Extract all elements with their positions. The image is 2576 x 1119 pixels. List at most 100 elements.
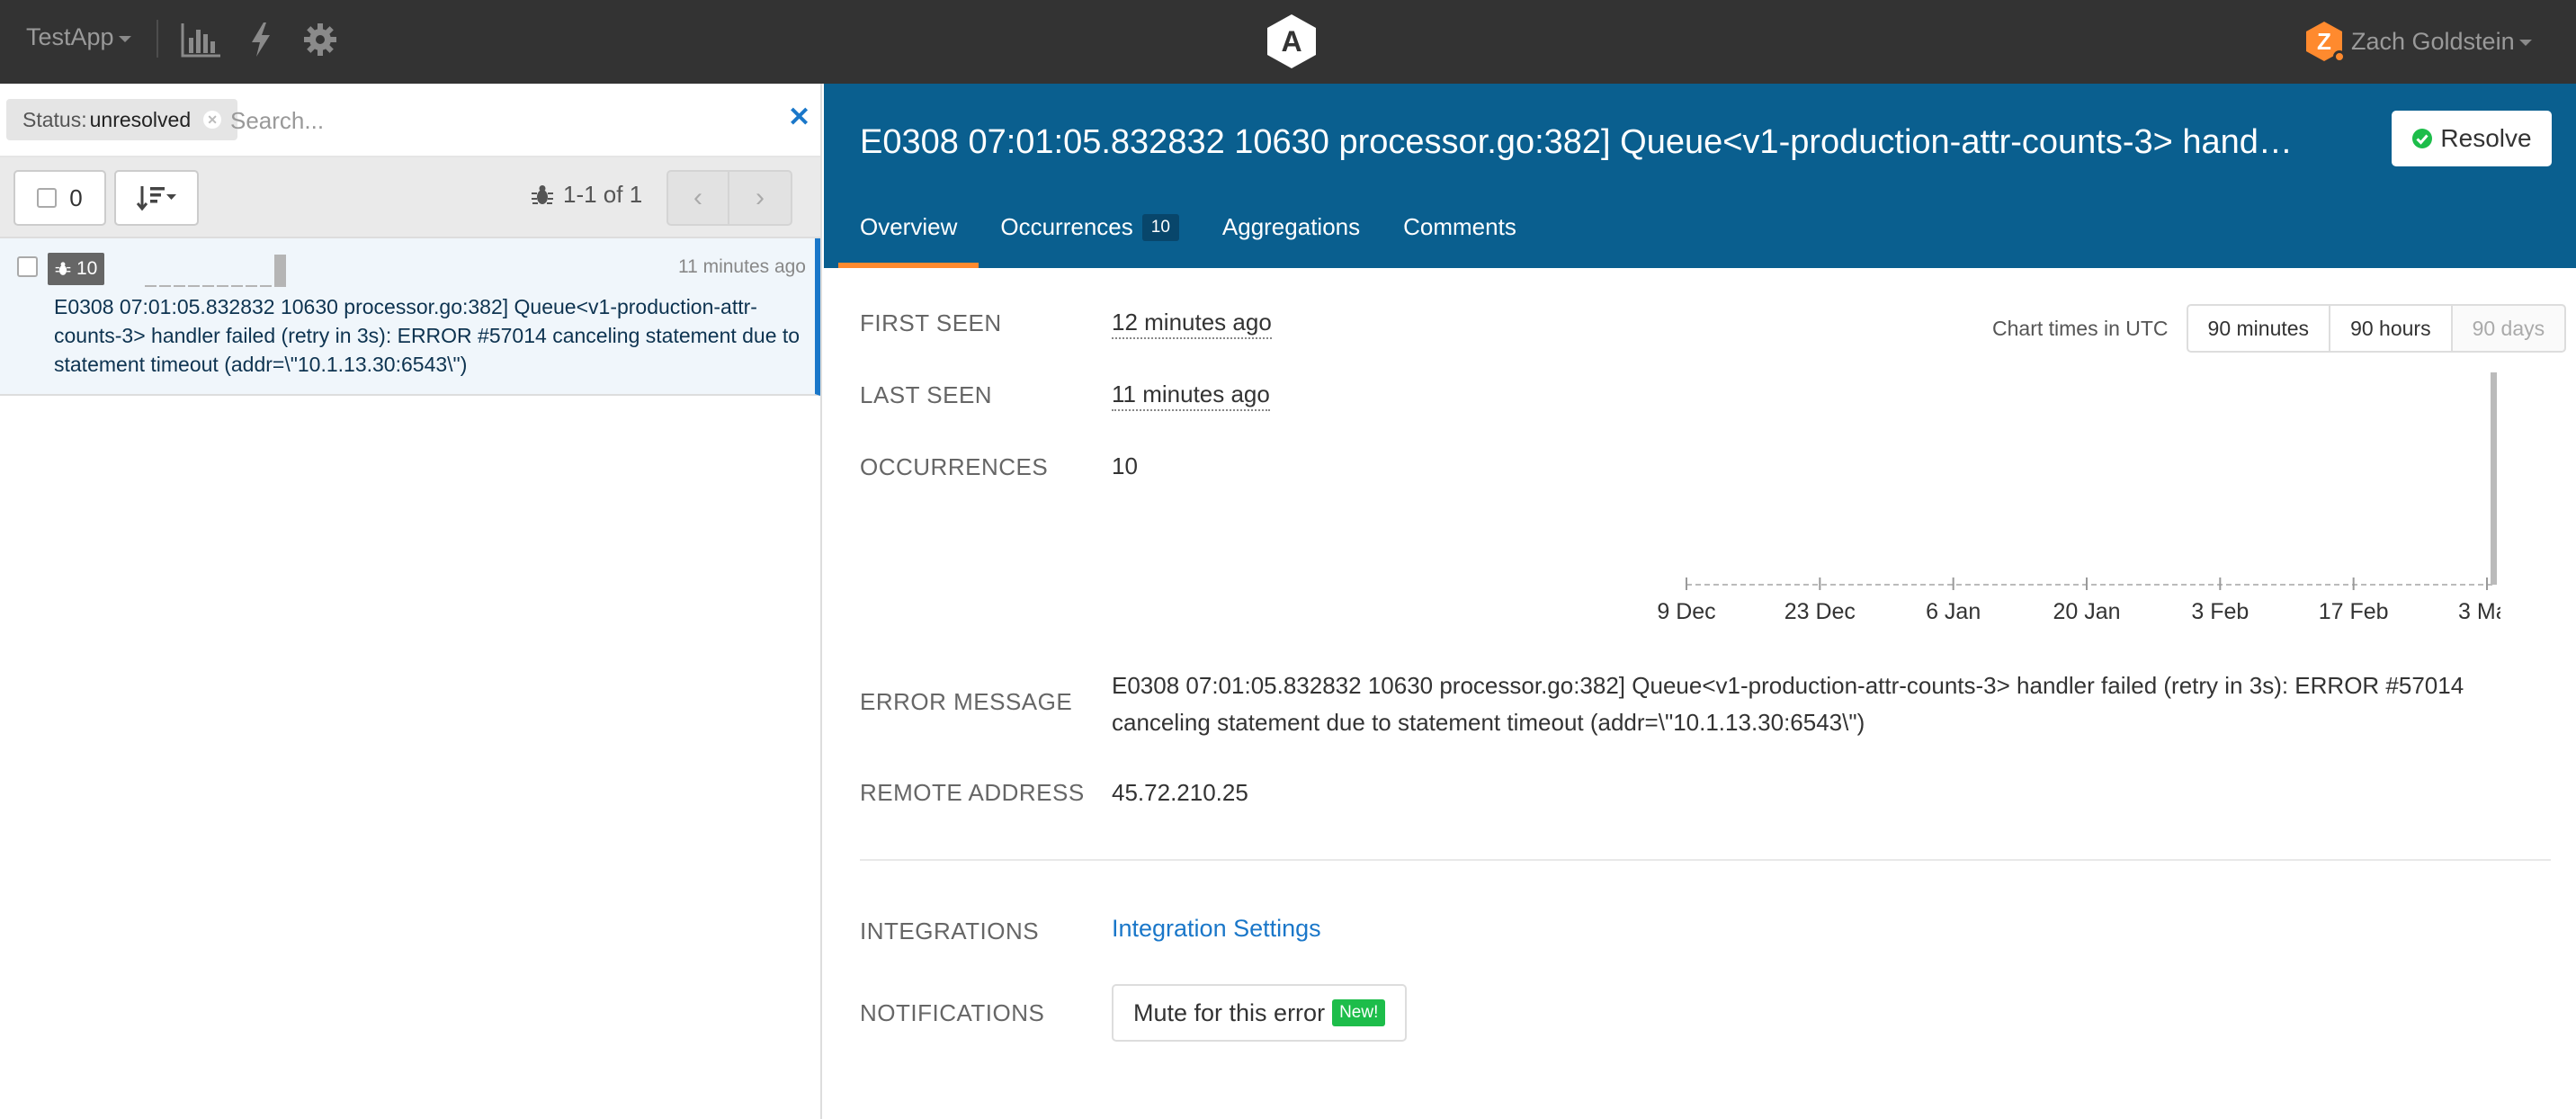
select-all-checkbox[interactable] [37, 188, 58, 208]
app-name: TestApp [26, 23, 114, 50]
integrations-label: INTEGRATIONS [860, 918, 1040, 944]
app-logo[interactable]: A [1265, 13, 1319, 70]
occurrences-count-badge: 10 [1141, 214, 1179, 241]
search-bar: Status: unresolved ✕ ✕ [0, 84, 820, 157]
user-menu[interactable]: Z Zach Goldstein [2303, 20, 2532, 63]
remove-filter-icon[interactable]: ✕ [203, 111, 222, 129]
x-tick-label: 6 Jan [1926, 599, 1981, 624]
occurrence-badge: 10 [48, 253, 105, 285]
bar-chart-icon[interactable] [178, 18, 225, 61]
sparkline-bar [159, 285, 171, 287]
nav-divider [157, 20, 158, 58]
issue-list-panel: Status: unresolved ✕ ✕ 0 [0, 84, 822, 1119]
caret-down-icon [118, 35, 131, 42]
mute-label: Mute for this error [1133, 998, 1326, 1026]
next-page-button[interactable]: › [729, 170, 792, 226]
check-circle-icon [2412, 129, 2433, 148]
issue-header: E0308 07:01:05.832832 10630 processor.go… [824, 84, 2576, 268]
sort-button[interactable] [114, 170, 199, 226]
sparkline-bar [246, 285, 257, 287]
top-navbar: TestApp A Z Zach Goldstein [0, 0, 2576, 84]
gear-icon[interactable] [297, 18, 344, 61]
results-text: 1-1 of 1 [563, 181, 643, 208]
logo-letter: A [1281, 25, 1301, 58]
chevron-right-icon: › [756, 183, 765, 212]
range-90-hours-button[interactable]: 90 hours [2330, 304, 2453, 353]
occurrence-count: 10 [76, 258, 98, 279]
occurrences-value: 10 [1112, 452, 1138, 479]
selected-count: 0 [69, 184, 83, 211]
occurrences-label: OCCURRENCES [860, 453, 1049, 480]
select-all-button[interactable]: 0 [13, 170, 106, 226]
list-toolbar: 0 1-1 of 1 ‹ › [0, 157, 820, 238]
x-tick-label: 17 Feb [2319, 599, 2389, 624]
last-seen-label: LAST SEEN [860, 381, 993, 408]
sparkline-bar [260, 285, 272, 287]
tab-label: Occurrences [1000, 213, 1133, 240]
tab-label: Overview [860, 213, 958, 240]
filter-value: unresolved [89, 107, 192, 131]
tab-bar: Overview Occurrences 10 Aggregations Comm… [838, 210, 1538, 268]
occurrences-chart: 9 Dec 23 Dec 6 Jan 20 Jan 3 Feb 17 Feb 3 Mar [1657, 372, 2500, 624]
chevron-left-icon: ‹ [693, 183, 702, 212]
avatar-initial: Z [2317, 28, 2331, 55]
tab-comments[interactable]: Comments [1382, 210, 1538, 268]
chart-bar [2491, 372, 2497, 585]
issue-checkbox[interactable] [17, 256, 38, 277]
resolve-button[interactable]: Resolve [2392, 111, 2552, 166]
x-tick-label: 23 Dec [1784, 599, 1856, 624]
occurrence-sparkline [145, 255, 286, 287]
tab-label: Aggregations [1221, 213, 1361, 240]
x-tick-label: 9 Dec [1657, 599, 1715, 624]
sort-icon [136, 186, 176, 211]
error-message-label: ERROR MESSAGE [860, 688, 1073, 715]
remote-address-label: REMOTE ADDRESS [860, 779, 1085, 806]
x-tick-label: 3 Mar [2458, 599, 2500, 624]
range-90-minutes-button[interactable]: 90 minutes [2186, 304, 2331, 353]
error-message-value: E0308 07:01:05.832832 10630 processor.go… [1112, 672, 2464, 736]
mute-error-button[interactable]: Mute for this error New! [1112, 984, 1408, 1042]
search-input[interactable] [230, 98, 770, 143]
clear-search-icon[interactable]: ✕ [788, 102, 810, 133]
tab-aggregations[interactable]: Aggregations [1201, 210, 1382, 268]
previous-page-button[interactable]: ‹ [666, 170, 729, 226]
issue-list-item[interactable]: 10 11 minutes ago E0308 07:01:05.832832 … [0, 238, 820, 396]
notifications-label: NOTIFICATIONS [860, 999, 1045, 1026]
sparkline-bar [274, 255, 286, 287]
section-divider [860, 859, 2551, 861]
issue-time: 11 minutes ago [677, 256, 806, 277]
bug-icon [55, 262, 71, 275]
app-switcher[interactable]: TestApp [26, 23, 131, 51]
resolve-label: Resolve [2440, 124, 2532, 152]
caret-down-icon [2518, 40, 2532, 46]
sparkline-bar [174, 285, 185, 287]
tab-occurrences[interactable]: Occurrences 10 [979, 210, 1201, 268]
lightning-icon[interactable] [237, 18, 284, 61]
avatar: Z [2303, 20, 2346, 63]
results-count: 1-1 of 1 [531, 181, 642, 209]
new-badge: New! [1332, 999, 1386, 1026]
chart-range-controls: Chart times in UTC 90 minutes 90 hours 9… [1992, 304, 2567, 353]
x-tick-label: 3 Feb [2191, 599, 2249, 624]
issue-message: E0308 07:01:05.832832 10630 processor.go… [54, 295, 801, 376]
sparkline-bar [231, 285, 243, 287]
sparkline-bar [202, 285, 214, 287]
user-name: Zach Goldstein [2351, 27, 2515, 55]
sparkline-bar [217, 285, 228, 287]
tab-overview[interactable]: Overview [838, 210, 979, 268]
sparkline-bar [188, 285, 200, 287]
status-filter-chip[interactable]: Status: unresolved ✕ [6, 99, 238, 140]
chart-utc-label: Chart times in UTC [1992, 316, 2169, 340]
x-tick-label: 20 Jan [2053, 599, 2120, 624]
filter-key: Status: [22, 107, 87, 131]
status-dot [2333, 50, 2346, 63]
bug-icon [532, 184, 553, 204]
remote-address-value: 45.72.210.25 [1112, 779, 1248, 806]
range-90-days-button[interactable]: 90 days [2452, 304, 2567, 353]
first-seen-value: 12 minutes ago [1112, 309, 1272, 339]
first-seen-label: FIRST SEEN [860, 309, 1002, 336]
integration-settings-link[interactable]: Integration Settings [1112, 915, 1321, 943]
last-seen-value: 11 minutes ago [1112, 380, 1270, 411]
tab-label: Comments [1403, 213, 1516, 240]
issue-title: E0308 07:01:05.832832 10630 processor.go… [860, 123, 2299, 161]
